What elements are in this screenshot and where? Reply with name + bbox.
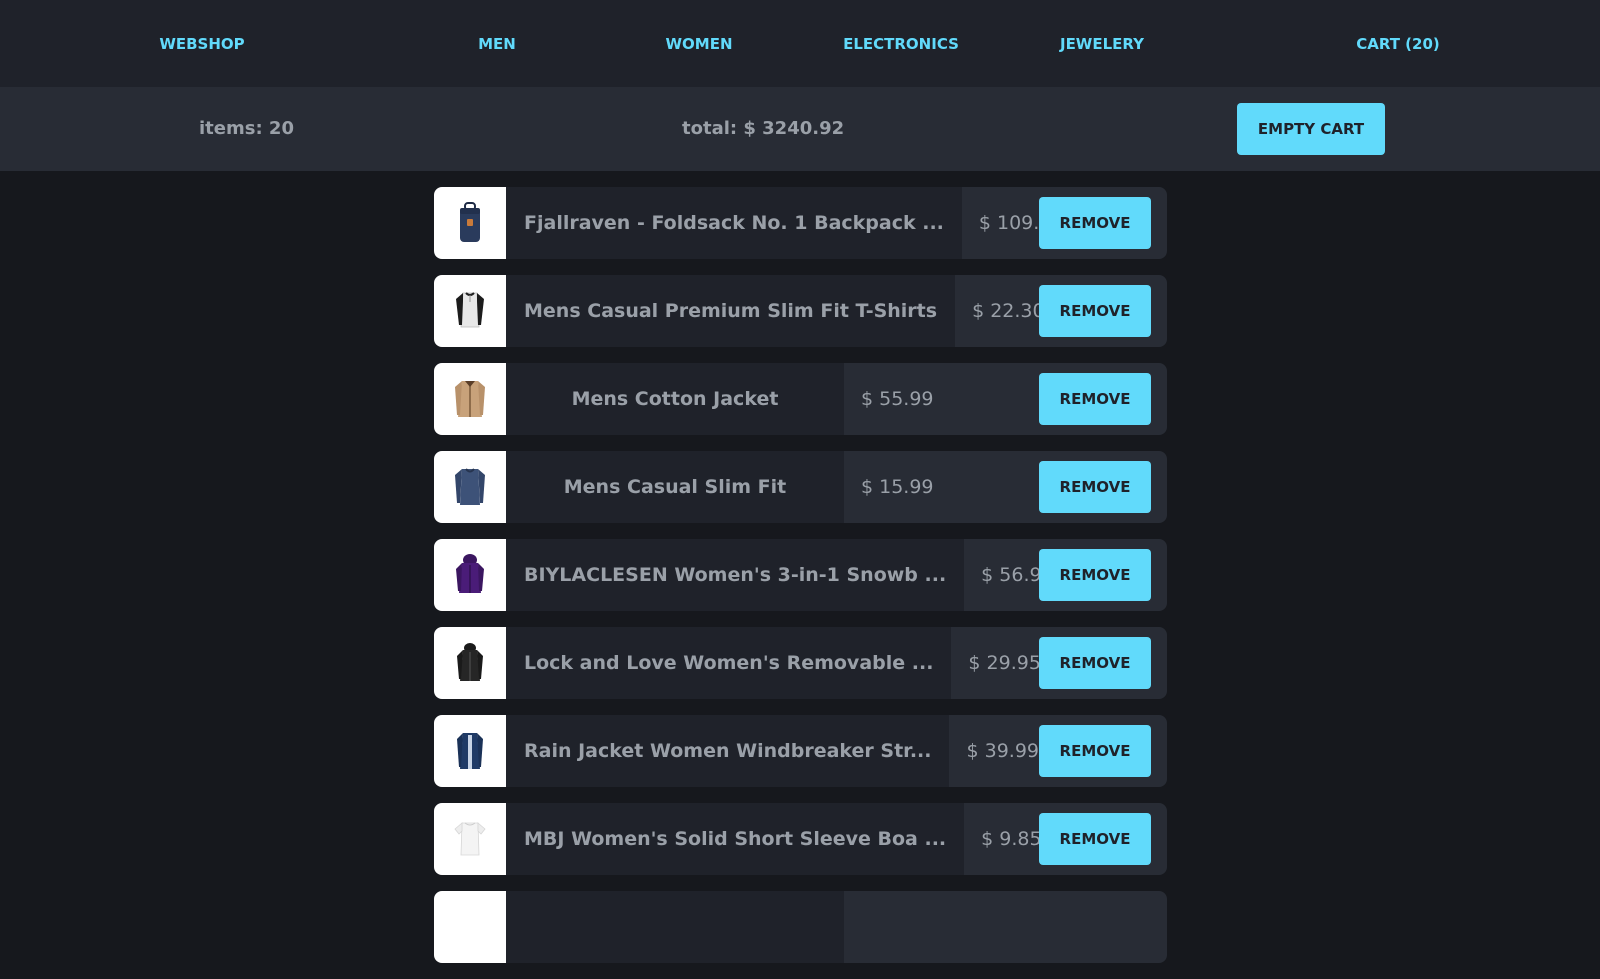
- items-count: items: 20: [199, 118, 294, 139]
- cart-item-row: Mens Casual Slim Fit $ 15.99 REMOVE: [434, 451, 1167, 523]
- nav-cart-link[interactable]: CART (20): [1356, 34, 1440, 54]
- remove-button[interactable]: REMOVE: [1039, 813, 1151, 865]
- winter-coat-icon: [434, 539, 506, 611]
- item-price-cell: $ 39.99 REMOVE: [949, 715, 1167, 787]
- item-title: Mens Casual Premium Slim Fit T-Shirts: [524, 300, 938, 322]
- nav-brand-link[interactable]: WEBSHOP: [159, 34, 244, 54]
- remove-button[interactable]: REMOVE: [1039, 725, 1151, 777]
- item-title: Mens Casual Slim Fit: [563, 476, 787, 498]
- item-title-cell: MBJ Women's Solid Short Sleeve Boa ...: [506, 803, 965, 875]
- nav-women-link[interactable]: WOMEN: [665, 34, 732, 54]
- item-title-cell: Mens Casual Slim Fit: [506, 451, 844, 523]
- leather-jacket-icon: [434, 627, 506, 699]
- item-title: Mens Cotton Jacket: [571, 388, 779, 410]
- backpack-icon: [434, 187, 506, 259]
- remove-button[interactable]: REMOVE: [1039, 373, 1151, 425]
- empty-cart-button[interactable]: EMPTY CART: [1237, 103, 1385, 155]
- remove-button[interactable]: REMOVE: [1039, 197, 1151, 249]
- item-price: $ 22.30: [972, 300, 1045, 322]
- item-title: MBJ Women's Solid Short Sleeve Boa ...: [524, 828, 947, 850]
- cart-item-list: Fjallraven - Foldsack No. 1 Backpack ...…: [434, 187, 1167, 979]
- remove-button[interactable]: REMOVE: [1039, 461, 1151, 513]
- item-price-cell: $ 29.95 REMOVE: [951, 627, 1167, 699]
- top-nav: WEBSHOP MEN WOMEN ELECTRONICS JEWELERY C…: [0, 0, 1600, 87]
- item-price-cell: $ 55.99 REMOVE: [844, 363, 1167, 435]
- cart-item-row-partial: [434, 891, 1167, 963]
- item-price-cell: $ 109.95 REMOVE: [961, 187, 1167, 259]
- cart-item-row: Rain Jacket Women Windbreaker Str... $ 3…: [434, 715, 1167, 787]
- item-price-cell: $ 56.99 REMOVE: [964, 539, 1167, 611]
- item-title-cell: [506, 891, 844, 963]
- item-title-cell: BIYLACLESEN Women's 3-in-1 Snowb ...: [506, 539, 965, 611]
- item-price-cell: $ 15.99 REMOVE: [844, 451, 1167, 523]
- cart-item-row: Mens Cotton Jacket $ 55.99 REMOVE: [434, 363, 1167, 435]
- tshirt-icon: [434, 275, 506, 347]
- item-title-cell: Fjallraven - Foldsack No. 1 Backpack ...: [506, 187, 962, 259]
- jacket-icon: [434, 363, 506, 435]
- nav-electronics-link[interactable]: ELECTRONICS: [843, 34, 959, 54]
- item-price: $ 55.99: [861, 388, 934, 410]
- rain-jacket-icon: [434, 715, 506, 787]
- item-title-cell: Mens Casual Premium Slim Fit T-Shirts: [506, 275, 956, 347]
- cart-item-row: Mens Casual Premium Slim Fit T-Shirts $ …: [434, 275, 1167, 347]
- longsleeve-icon: [434, 451, 506, 523]
- nav-jewelery-link[interactable]: JEWELERY: [1060, 34, 1144, 54]
- item-title: BIYLACLESEN Women's 3-in-1 Snowb ...: [524, 564, 947, 586]
- remove-button[interactable]: REMOVE: [1039, 285, 1151, 337]
- nav-men-link[interactable]: MEN: [478, 34, 516, 54]
- item-price: $ 29.95: [968, 652, 1041, 674]
- item-price: $ 15.99: [861, 476, 934, 498]
- item-title-cell: Mens Cotton Jacket: [506, 363, 844, 435]
- item-title: Rain Jacket Women Windbreaker Str...: [524, 740, 932, 762]
- item-title-cell: Rain Jacket Women Windbreaker Str...: [506, 715, 950, 787]
- product-thumbnail: [434, 891, 506, 963]
- cart-total: total: $ 3240.92: [682, 118, 845, 139]
- item-title: Fjallraven - Foldsack No. 1 Backpack ...: [524, 212, 944, 234]
- remove-button[interactable]: REMOVE: [1039, 637, 1151, 689]
- item-title-cell: Lock and Love Women's Removable ...: [506, 627, 952, 699]
- cart-item-row: MBJ Women's Solid Short Sleeve Boa ... $…: [434, 803, 1167, 875]
- item-price-cell: [844, 891, 1167, 963]
- remove-button[interactable]: REMOVE: [1039, 549, 1151, 601]
- cart-item-row: Lock and Love Women's Removable ... $ 29…: [434, 627, 1167, 699]
- item-price-cell: $ 22.30 REMOVE: [955, 275, 1167, 347]
- item-title: Lock and Love Women's Removable ...: [524, 652, 934, 674]
- tee-icon: [434, 803, 506, 875]
- item-price-cell: $ 9.85 REMOVE: [964, 803, 1167, 875]
- item-price: $ 9.85: [981, 828, 1042, 850]
- cart-item-row: BIYLACLESEN Women's 3-in-1 Snowb ... $ 5…: [434, 539, 1167, 611]
- cart-item-row: Fjallraven - Foldsack No. 1 Backpack ...…: [434, 187, 1167, 259]
- item-price: $ 39.99: [966, 740, 1040, 762]
